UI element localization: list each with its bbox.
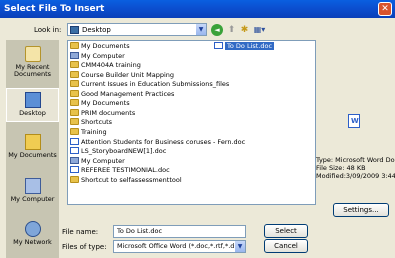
chevron-down-icon[interactable]: ▼ xyxy=(234,241,245,252)
file-type-dropdown[interactable]: Microsoft Office Word (*.doc,*.rtf,*.doc… xyxy=(113,240,246,253)
place-my-documents[interactable]: My Documents xyxy=(6,134,59,159)
file-list-item[interactable]: My Documents xyxy=(70,99,130,108)
file-list-item[interactable]: Current Issues in Education Submissions_… xyxy=(70,80,229,89)
folder-icon xyxy=(70,127,79,135)
file-name-input[interactable]: To Do List.doc xyxy=(113,225,246,238)
file-list-item[interactable]: CMM404A training xyxy=(70,61,141,70)
computer-icon xyxy=(70,156,79,164)
file-name: REFEREE TESTIMONIAL.doc xyxy=(81,166,170,175)
file-name: Training xyxy=(81,127,107,136)
place-label: Desktop xyxy=(19,109,46,117)
back-button[interactable]: ◄ xyxy=(211,24,223,36)
file-list-item[interactable]: PRIM documents xyxy=(70,108,136,118)
folder-icon xyxy=(70,61,79,69)
folder-icon xyxy=(70,89,79,97)
file-list-item[interactable]: LS_StoryboardNEW[1].doc xyxy=(70,147,166,156)
my-documents-icon xyxy=(24,134,41,150)
look-in-value: Desktop xyxy=(82,26,111,34)
chevron-down-icon[interactable]: ▼ xyxy=(195,24,206,35)
place-my-recent-documents[interactable]: My Recent Documents xyxy=(6,46,59,78)
place-label: My Recent Documents xyxy=(13,63,52,78)
file-type-value: Microsoft Office Word (*.doc,*.rtf,*.doc… xyxy=(117,242,245,250)
place-my-computer[interactable]: My Computer xyxy=(6,178,59,203)
file-name: LS_StoryboardNEW[1].doc xyxy=(81,147,167,156)
file-name: Attention Students for Business coruses … xyxy=(81,137,246,146)
place-desktop[interactable]: Desktop xyxy=(6,88,59,122)
word-document-icon: W xyxy=(348,114,360,128)
file-name: To Do List.doc xyxy=(225,42,275,50)
file-name: Good Management Practices xyxy=(81,89,175,98)
file-list-item[interactable]: To Do List.doc xyxy=(214,42,275,51)
folder-icon xyxy=(70,99,79,107)
file-name: Shortcuts xyxy=(81,118,113,127)
file-type-info: Type: Microsoft Word Docume xyxy=(316,156,395,164)
file-list-item[interactable]: Shortcut to selfassessmenttool xyxy=(70,175,182,185)
file-list-item[interactable]: My Documents xyxy=(70,42,130,51)
file-list-item[interactable]: Training xyxy=(70,127,107,137)
title-bar: Select File To Insert xyxy=(0,0,395,18)
file-modified-info: Modified:3/09/2009 3:44 PM xyxy=(316,172,395,180)
settings-button[interactable]: Settings... xyxy=(333,203,389,217)
folder-icon xyxy=(70,70,79,78)
place-label: My Documents xyxy=(8,151,57,159)
place-label: My Network xyxy=(13,238,52,246)
file-name: Course Builder Unit Mapping xyxy=(81,70,175,79)
my-network-icon xyxy=(24,221,41,237)
file-list-item[interactable]: REFEREE TESTIMONIAL.doc xyxy=(70,166,170,175)
doc-icon xyxy=(214,42,223,49)
folder-icon xyxy=(70,80,79,88)
file-name: Current Issues in Education Submissions_… xyxy=(81,80,230,89)
place-label: My Computer xyxy=(10,195,55,203)
file-list-item[interactable]: Attention Students for Business coruses … xyxy=(70,137,246,147)
file-type-label: Files of type: xyxy=(62,243,107,251)
desktop-icon xyxy=(24,92,41,108)
file-size-info: File Size: 48 KB xyxy=(316,164,366,172)
doc-icon xyxy=(70,147,79,155)
places-bar: My Recent Documents Desktop My Documents… xyxy=(6,40,59,258)
window-title: Select File To Insert xyxy=(4,4,105,14)
file-name: My Documents xyxy=(81,99,130,108)
computer-icon xyxy=(70,51,79,59)
folder-icon xyxy=(70,175,79,183)
views-button[interactable]: ▦▾ xyxy=(252,24,267,36)
file-list-item[interactable]: My Computer xyxy=(70,156,125,166)
file-list[interactable]: My Documents My Computer CMM404A training C… xyxy=(67,40,316,205)
doc-icon xyxy=(70,137,79,145)
folder-icon xyxy=(70,108,79,116)
my-computer-icon xyxy=(24,178,41,194)
file-list-item[interactable]: Course Builder Unit Mapping xyxy=(70,70,175,80)
file-name-label: File name: xyxy=(62,228,99,236)
file-name: My Computer xyxy=(81,51,125,60)
folder-icon xyxy=(70,42,79,49)
file-name: My Computer xyxy=(81,156,125,165)
folder-icon xyxy=(70,118,79,126)
doc-icon xyxy=(70,166,79,174)
desktop-icon xyxy=(70,26,79,34)
file-name: My Documents xyxy=(81,42,130,50)
cancel-button[interactable]: Cancel xyxy=(264,239,308,253)
up-folder-button[interactable]: ⬆ xyxy=(226,24,237,36)
select-button[interactable]: Select xyxy=(264,224,308,238)
look-in-label: Look in: xyxy=(34,26,62,34)
file-name: Shortcut to selfassessmenttool xyxy=(81,175,182,184)
file-list-item[interactable]: My Computer xyxy=(70,51,125,61)
close-button[interactable]: ✕ xyxy=(378,2,392,16)
file-list-item[interactable]: Shortcuts xyxy=(70,118,112,127)
file-name: CMM404A training xyxy=(81,61,141,70)
look-in-dropdown[interactable]: Desktop ▼ xyxy=(67,23,207,36)
file-list-item[interactable]: Good Management Practices xyxy=(70,89,175,99)
file-name: PRIM documents xyxy=(81,108,136,117)
new-folder-button[interactable]: ✱ xyxy=(239,24,250,36)
place-my-network[interactable]: My Network xyxy=(6,221,59,246)
recent-documents-icon xyxy=(24,46,41,62)
